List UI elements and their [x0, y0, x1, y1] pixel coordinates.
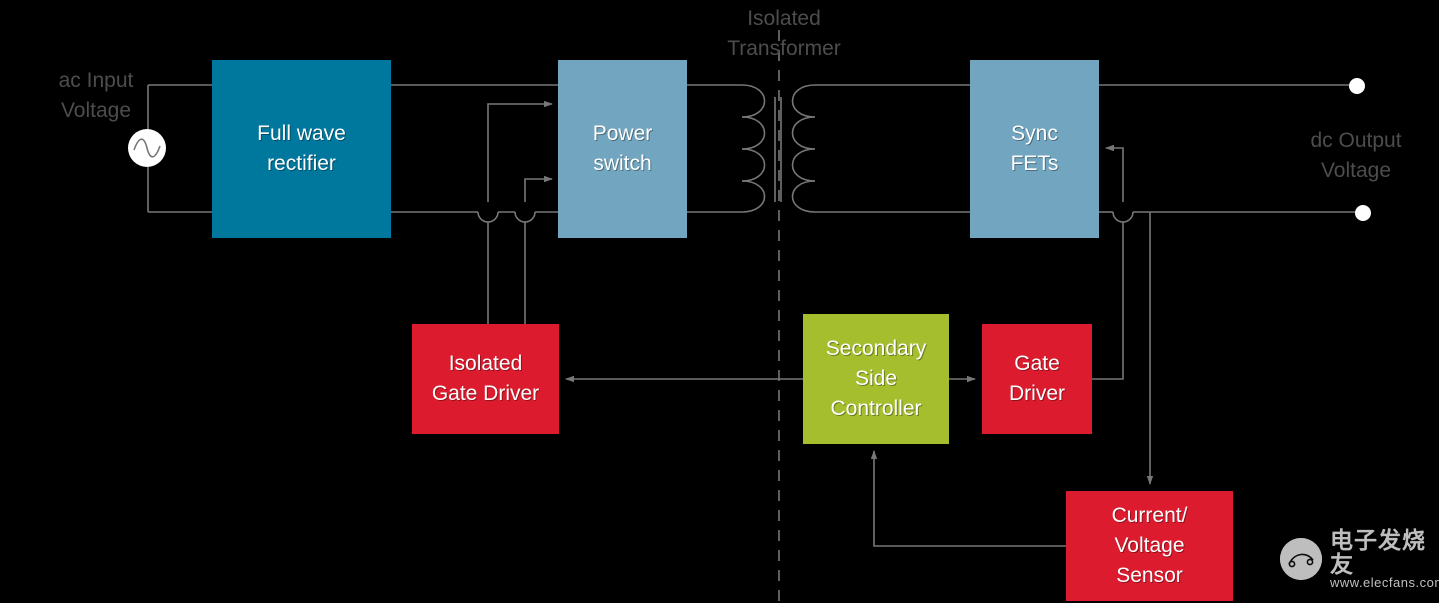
dc-output-voltage-label: dc Output Voltage: [1310, 129, 1402, 182]
ac-input-voltage-label: ac Input Voltage: [58, 69, 134, 122]
elecfans-watermark: 电子发烧友 www.elecfans.com: [1280, 528, 1439, 590]
isolated-gate-driver-box[interactable]: [412, 324, 559, 434]
isolated-transformer-label: Isolated Transformer: [727, 7, 841, 60]
power-switch-box[interactable]: [558, 60, 687, 238]
wire-hop-right: [514, 211, 536, 223]
elecfans-logo-icon: [1280, 537, 1322, 580]
primary-coil-4: [741, 180, 766, 213]
full-wave-rectifier-box[interactable]: [212, 60, 391, 238]
gate-driver-box[interactable]: [982, 324, 1092, 434]
current-voltage-sensor-box[interactable]: [1066, 491, 1233, 601]
wire-hop-output: [1112, 211, 1134, 223]
wire-gatedriver-out1-upper: [487, 100, 553, 202]
primary-coil-3: [741, 148, 766, 182]
diagram-wires: [128, 30, 1371, 603]
wire-gatedriver2-to-syncfets-upper: [1105, 144, 1124, 202]
watermark-url: www.elecfans.com: [1330, 575, 1439, 591]
primary-coil-1: [741, 84, 766, 118]
primary-coil-2: [741, 116, 766, 150]
secondary-coil-4: [791, 180, 816, 213]
dc-output-terminal-positive: [1349, 78, 1365, 94]
wire-gatedriver-out2-upper: [524, 175, 553, 202]
wire-sensor-to-controller: [870, 450, 1066, 547]
wire-gatedriver2-to-syncfets-lower: [1092, 222, 1124, 380]
wire-hop-left: [477, 211, 499, 223]
diagram-canvas: Full wave rectifier Power switch Sync FE…: [0, 0, 1439, 603]
secondary-coil-1: [791, 84, 816, 118]
secondary-side-controller-box[interactable]: [803, 314, 949, 444]
secondary-coil-2: [791, 116, 816, 150]
sync-fets-box[interactable]: [970, 60, 1099, 238]
dc-output-terminal-negative: [1355, 205, 1371, 221]
watermark-brand: 电子发烧友: [1330, 527, 1426, 578]
secondary-coil-3: [791, 148, 816, 182]
